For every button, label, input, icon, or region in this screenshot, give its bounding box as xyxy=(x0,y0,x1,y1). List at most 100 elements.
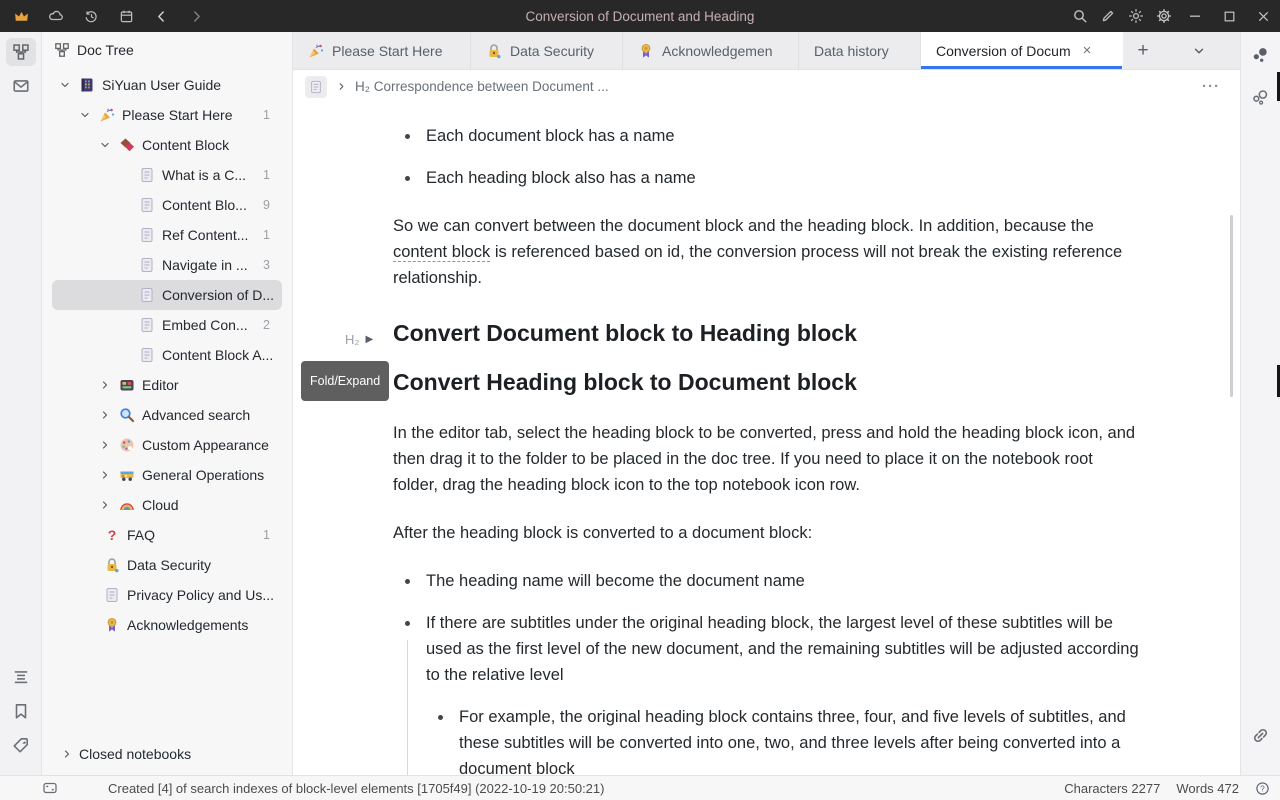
tab-acknowledgements[interactable]: Acknowledgemen xyxy=(623,32,799,69)
tree-item-navigate-in[interactable]: Navigate in ... 3 xyxy=(52,250,282,280)
tree-item-content-block-type[interactable]: Content Blo... 9 xyxy=(52,190,282,220)
crown-icon[interactable] xyxy=(12,0,30,32)
list-item[interactable]: For example, the original heading block … xyxy=(459,704,1140,775)
heading-convert-heading-to-document[interactable]: Convert Heading block to Document block xyxy=(393,366,1140,398)
paragraph[interactable]: In the editor tab, select the heading bl… xyxy=(393,420,1140,498)
bullet-list: The heading name will become the documen… xyxy=(393,568,1140,775)
characters-counter: Characters 2277 xyxy=(1064,781,1160,796)
file-icon xyxy=(139,167,155,183)
theme-icon[interactable] xyxy=(1122,0,1150,32)
paragraph[interactable]: After the heading block is converted to … xyxy=(393,520,1140,546)
minimize-button[interactable] xyxy=(1178,0,1212,32)
tree-item-label: Privacy Policy and Us... xyxy=(127,587,274,603)
tree-item-advanced-search[interactable]: Advanced search xyxy=(52,400,282,430)
file-icon xyxy=(139,197,155,213)
block-ref-link[interactable]: content block xyxy=(393,243,490,262)
doc-tree-dock-icon[interactable] xyxy=(6,38,36,66)
chevron-right-icon[interactable] xyxy=(98,438,112,452)
forward-icon[interactable] xyxy=(187,0,205,32)
file-icon xyxy=(139,317,155,333)
tree-item-editor[interactable]: Editor xyxy=(52,370,282,400)
breadcrumb-heading-crumb[interactable]: H₂ Correspondence between Document ... xyxy=(355,79,609,94)
tab-close-icon[interactable]: × xyxy=(1083,43,1092,58)
more-options-icon[interactable]: ··· xyxy=(1202,78,1228,95)
tree-item-label: Content Block A... xyxy=(162,347,273,363)
tree-item-please-start-here[interactable]: Please Start Here 1 xyxy=(52,100,282,130)
global-graph-icon[interactable] xyxy=(1246,83,1276,111)
brick-icon xyxy=(119,137,135,153)
tree-item-content-block[interactable]: Content Block xyxy=(52,130,282,160)
fold-arrow-icon[interactable]: ▶ xyxy=(365,324,373,356)
tree-item-conversion-of-document[interactable]: Conversion of D... xyxy=(52,280,282,310)
chevron-down-icon[interactable] xyxy=(78,108,92,122)
list-item[interactable]: The heading name will become the documen… xyxy=(426,568,1140,594)
hide-dock-icon[interactable] xyxy=(42,780,58,796)
closed-notebooks-toggle[interactable]: Closed notebooks xyxy=(42,737,292,771)
outline-icon[interactable] xyxy=(6,663,36,691)
bookmark-icon[interactable] xyxy=(6,697,36,725)
search-icon[interactable] xyxy=(1066,0,1094,32)
chevron-down-icon[interactable] xyxy=(58,78,72,92)
paragraph-text: is referenced based on id, the conversio… xyxy=(393,243,1122,287)
bullet-list: Each document block has a name Each head… xyxy=(393,123,1140,191)
chevron-right-icon[interactable] xyxy=(98,468,112,482)
graph-icon[interactable] xyxy=(1246,41,1276,69)
tree-item-general-operations[interactable]: General Operations xyxy=(52,460,282,490)
tab-conversion-of-document[interactable]: Conversion of Docum × xyxy=(921,32,1123,69)
settings-gear-icon[interactable] xyxy=(1150,0,1178,32)
paragraph[interactable]: So we can convert between the document b… xyxy=(393,213,1140,291)
chevron-right-icon[interactable] xyxy=(98,498,112,512)
back-icon[interactable] xyxy=(152,0,170,32)
title-bar: Conversion of Document and Heading xyxy=(0,0,1280,32)
doc-tree-header: Doc Tree xyxy=(42,32,292,68)
document-icon[interactable] xyxy=(305,76,327,98)
medal-icon xyxy=(638,43,654,59)
tree-item-faq[interactable]: FAQ 1 xyxy=(52,520,282,550)
tree-item-what-is-a-content-block[interactable]: What is a C... 1 xyxy=(52,160,282,190)
tree-item-embed-content[interactable]: Embed Con... 2 xyxy=(52,310,282,340)
tree-item-data-security[interactable]: Data Security xyxy=(52,550,282,580)
maximize-button[interactable] xyxy=(1212,0,1246,32)
list-item[interactable]: If there are subtitles under the origina… xyxy=(426,610,1140,775)
chevron-right-icon xyxy=(334,80,348,94)
tree-item-content-block-attributes[interactable]: Content Block A... xyxy=(52,340,282,370)
right-dock xyxy=(1240,32,1280,775)
chevron-down-icon[interactable] xyxy=(98,138,112,152)
breadcrumb: H₂ Correspondence between Document ... ·… xyxy=(293,70,1240,103)
history-icon[interactable] xyxy=(82,0,100,32)
tab-please-start-here[interactable]: Please Start Here xyxy=(293,32,471,69)
tab-data-history[interactable]: Data history xyxy=(799,32,921,69)
list-item[interactable]: Each document block has a name xyxy=(426,123,1140,149)
cloud-sync-icon[interactable] xyxy=(47,0,65,32)
subdoc-count: 2 xyxy=(263,318,270,332)
tree-item-acknowledgements[interactable]: Acknowledgements xyxy=(52,610,282,640)
tree-item-ref-content-block[interactable]: Ref Content... 1 xyxy=(52,220,282,250)
subdoc-count: 3 xyxy=(263,258,270,272)
tree-item-custom-appearance[interactable]: Custom Appearance xyxy=(52,430,282,460)
tree-item-notebook[interactable]: SiYuan User Guide xyxy=(52,70,282,100)
heading-text: Convert Heading block to Document block xyxy=(393,369,857,395)
edit-mode-icon[interactable] xyxy=(1094,0,1122,32)
new-tab-button[interactable]: + xyxy=(1123,32,1163,69)
document-body: Each document block has a name Each head… xyxy=(393,123,1140,775)
tab-label: Please Start Here xyxy=(332,43,443,59)
heading-text: Convert Document block to Heading block xyxy=(393,320,857,346)
heading-convert-document-to-heading[interactable]: H₂ ▶ Convert Document block to Heading b… xyxy=(393,317,1140,349)
tab-list-chevron-down-icon[interactable] xyxy=(1177,32,1221,69)
tag-icon[interactable] xyxy=(6,731,36,759)
chevron-right-icon[interactable] xyxy=(98,378,112,392)
tree-item-cloud[interactable]: Cloud xyxy=(52,490,282,520)
backlink-icon[interactable] xyxy=(1246,721,1276,749)
party-popper-icon xyxy=(99,107,115,123)
editor-content[interactable]: Each document block has a name Each head… xyxy=(293,103,1240,775)
tab-data-security[interactable]: Data Security xyxy=(471,32,623,69)
help-icon[interactable] xyxy=(1255,781,1270,796)
daily-note-icon[interactable] xyxy=(117,0,135,32)
tree-item-label: Acknowledgements xyxy=(127,617,248,633)
chevron-right-icon[interactable] xyxy=(98,408,112,422)
tree-item-privacy-policy[interactable]: Privacy Policy and Us... xyxy=(52,580,282,610)
inbox-icon[interactable] xyxy=(6,72,36,100)
list-item[interactable]: Each heading block also has a name xyxy=(426,165,1140,191)
editor-scrollbar-thumb[interactable] xyxy=(1230,215,1233,397)
close-button[interactable] xyxy=(1246,0,1280,32)
